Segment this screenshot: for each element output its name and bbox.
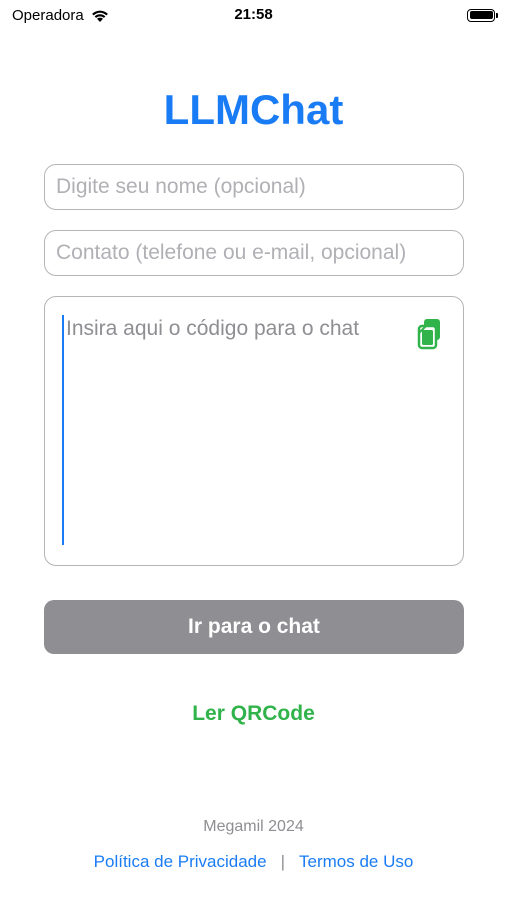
- chat-code-input[interactable]: [62, 315, 402, 545]
- status-bar: Operadora 21:58: [0, 0, 507, 30]
- app-title: LLMChat: [163, 86, 344, 133]
- footer-separator: |: [280, 852, 286, 871]
- chat-code-box: [44, 296, 464, 566]
- contact-field[interactable]: [44, 230, 464, 276]
- name-field[interactable]: [44, 164, 464, 210]
- read-qrcode-link[interactable]: Ler QRCode: [0, 702, 507, 726]
- terms-of-use-link[interactable]: Termos de Uso: [299, 852, 413, 872]
- carrier-label: Operadora: [12, 6, 84, 24]
- go-to-chat-button[interactable]: Ir para o chat: [44, 600, 464, 654]
- battery-fill: [469, 11, 493, 19]
- login-screen: Operadora 21:58 LLMChat Ir para o chat L…: [0, 0, 507, 900]
- footer-links: Política de Privacidade | Termos de Uso: [0, 852, 507, 872]
- privacy-policy-link[interactable]: Política de Privacidade: [94, 852, 267, 872]
- status-left: Operadora: [12, 7, 110, 24]
- paste-icon[interactable]: [415, 317, 445, 351]
- copyright-text: Megamil 2024: [203, 818, 304, 835]
- battery-icon: [467, 8, 498, 22]
- wifi-icon: [91, 10, 108, 22]
